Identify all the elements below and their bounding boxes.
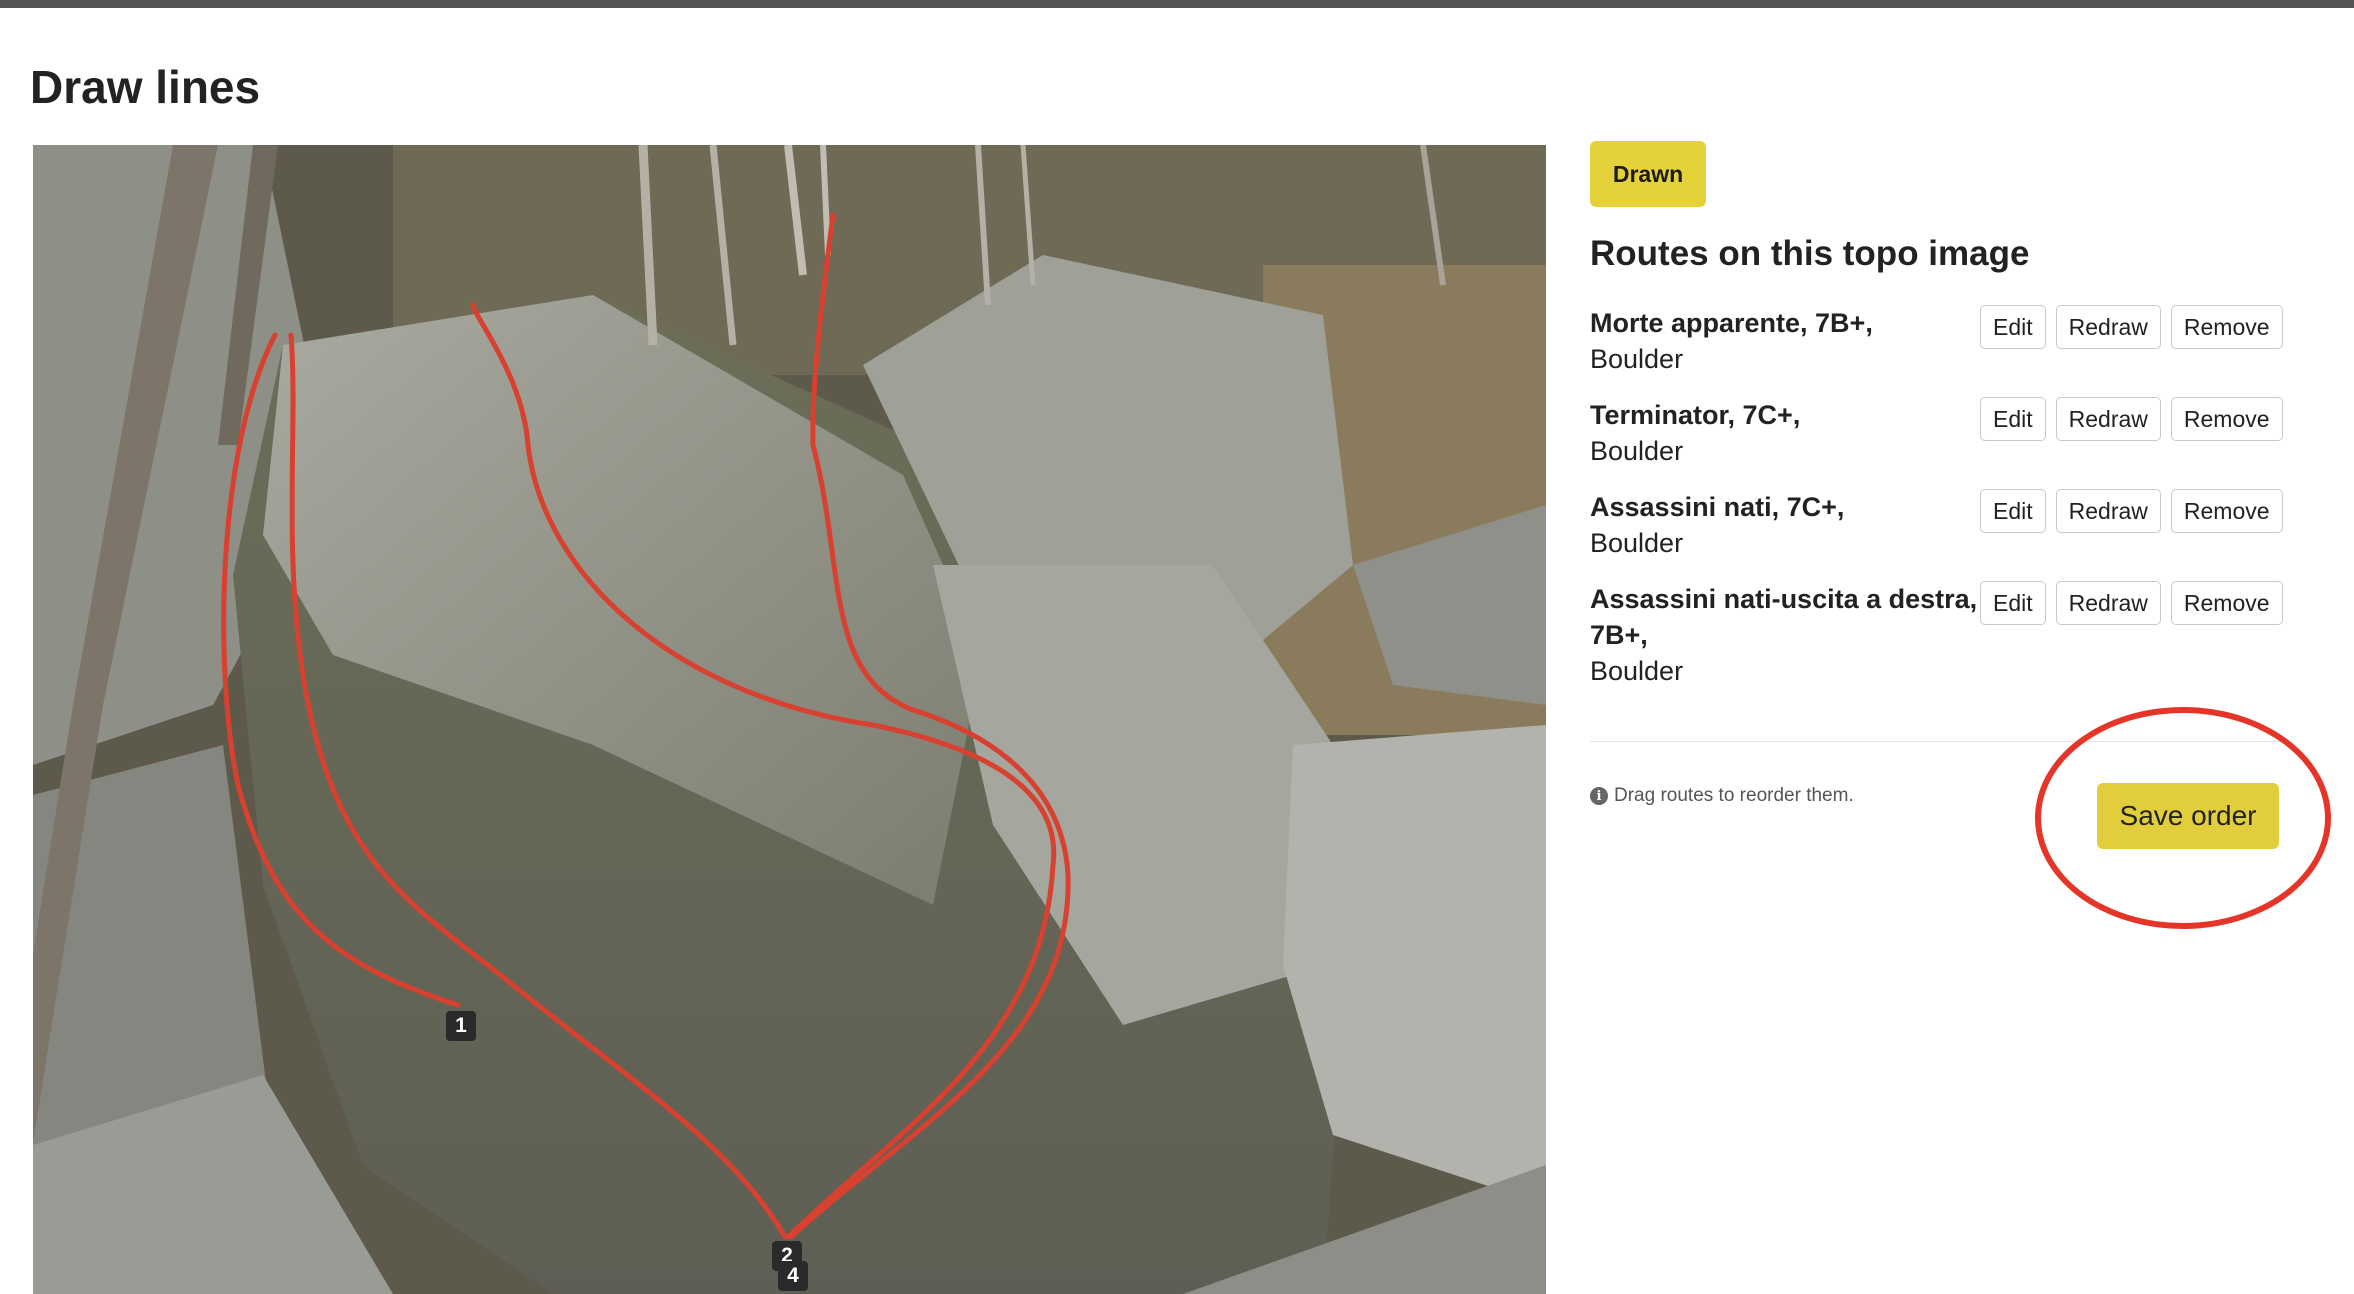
- divider: [1590, 741, 2280, 742]
- reorder-hint-text: Drag routes to reorder them.: [1614, 785, 1854, 806]
- route-type: Boulder: [1590, 528, 1684, 558]
- route-item-2[interactable]: Terminator, 7C+, Boulder Edit Redraw Rem…: [1590, 397, 2283, 489]
- info-icon: i: [1590, 787, 1608, 805]
- page-title: Draw lines: [30, 61, 261, 113]
- route-name: Terminator, 7C+,: [1590, 400, 1801, 430]
- status-badge[interactable]: Drawn: [1590, 141, 1706, 207]
- edit-button[interactable]: Edit: [1980, 581, 2046, 625]
- edit-button[interactable]: Edit: [1980, 397, 2046, 441]
- redraw-button[interactable]: Redraw: [2055, 489, 2161, 533]
- remove-button[interactable]: Remove: [2170, 397, 2283, 441]
- route-name: Assassini nati, 7C+,: [1590, 492, 1845, 522]
- route-item-1[interactable]: Morte apparente, 7B+, Boulder Edit Redra…: [1590, 305, 2283, 397]
- redraw-button[interactable]: Redraw: [2055, 581, 2161, 625]
- route-actions: Edit Redraw Remove: [1980, 397, 2283, 441]
- redraw-button[interactable]: Redraw: [2055, 305, 2161, 349]
- redraw-button[interactable]: Redraw: [2055, 397, 2161, 441]
- route-type: Boulder: [1590, 436, 1684, 466]
- route-text: Morte apparente, 7B+, Boulder: [1590, 305, 1990, 377]
- remove-button[interactable]: Remove: [2170, 305, 2283, 349]
- save-order-button[interactable]: Save order: [2097, 783, 2279, 849]
- route-item-3[interactable]: Assassini nati, 7C+, Boulder Edit Redraw…: [1590, 489, 2283, 581]
- remove-button[interactable]: Remove: [2170, 489, 2283, 533]
- route-text: Assassini nati, 7C+, Boulder: [1590, 489, 1990, 561]
- top-bar: [0, 0, 2354, 8]
- route-type: Boulder: [1590, 344, 1684, 374]
- route-actions: Edit Redraw Remove: [1980, 581, 2283, 625]
- edit-button[interactable]: Edit: [1980, 489, 2046, 533]
- route-type: Boulder: [1590, 656, 1684, 686]
- topo-photo[interactable]: [33, 145, 1546, 1294]
- route-text: Assassini nati-uscita a destra, 7B+, Bou…: [1590, 581, 1990, 689]
- route-name: Assassini nati-uscita a destra, 7B+,: [1590, 584, 1978, 650]
- route-actions: Edit Redraw Remove: [1980, 305, 2283, 349]
- route-marker-1[interactable]: 1: [446, 1011, 476, 1041]
- route-marker-4[interactable]: 4: [778, 1261, 808, 1291]
- remove-button[interactable]: Remove: [2170, 581, 2283, 625]
- route-list[interactable]: Morte apparente, 7B+, Boulder Edit Redra…: [1590, 305, 2283, 721]
- edit-button[interactable]: Edit: [1980, 305, 2046, 349]
- route-actions: Edit Redraw Remove: [1980, 489, 2283, 533]
- route-name: Morte apparente, 7B+,: [1590, 308, 1873, 338]
- section-title: Routes on this topo image: [1590, 234, 2030, 273]
- route-item-4[interactable]: Assassini nati-uscita a destra, 7B+, Bou…: [1590, 581, 2283, 721]
- route-text: Terminator, 7C+, Boulder: [1590, 397, 1990, 469]
- reorder-hint: i Drag routes to reorder them.: [1590, 785, 1854, 807]
- topo-image[interactable]: 1 2 4: [33, 145, 1546, 1294]
